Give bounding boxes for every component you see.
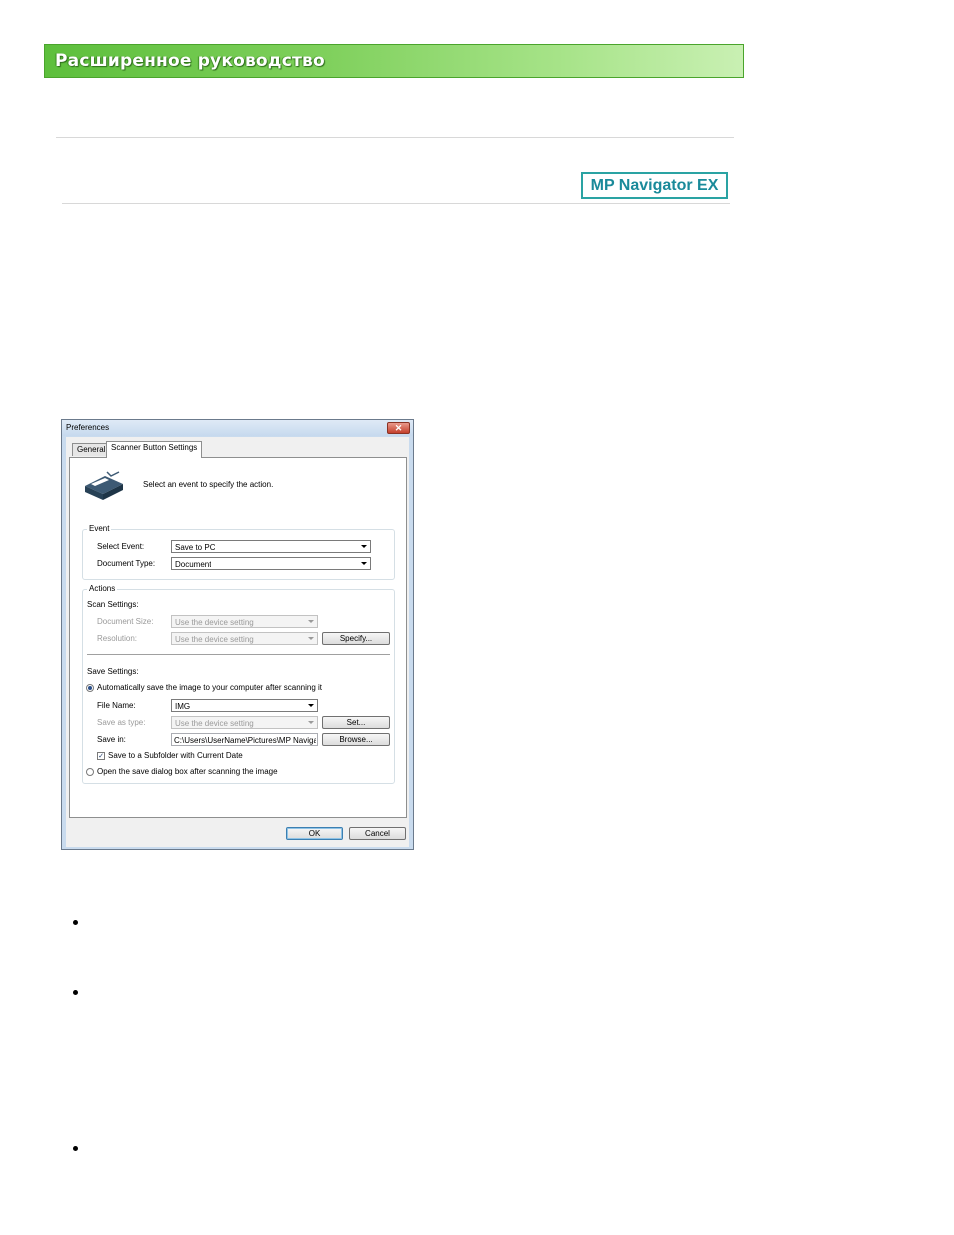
save-in-label: Save in:	[97, 735, 126, 744]
auto-save-radio-label[interactable]: Automatically save the image to your com…	[97, 683, 322, 692]
chevron-down-icon	[361, 545, 367, 548]
chevron-down-icon	[308, 620, 314, 623]
event-group-label: Event	[87, 524, 112, 533]
document-type-label: Document Type:	[97, 559, 156, 568]
header-divider	[62, 203, 730, 204]
resolution-label: Resolution:	[97, 634, 138, 643]
select-event-label: Select Event:	[97, 542, 145, 551]
close-icon[interactable]: ✕	[387, 422, 410, 434]
preferences-dialog: Preferences ✕ General Scanner Button Set…	[61, 419, 414, 850]
actions-group-label: Actions	[87, 584, 118, 593]
tab-panel: Select an event to specify the action. E…	[69, 457, 407, 818]
file-name-value: IMG	[175, 702, 191, 711]
save-as-type-combo[interactable]: Use the device setting	[171, 716, 318, 729]
chevron-down-icon	[308, 704, 314, 707]
tab-general[interactable]: General	[72, 443, 111, 456]
document-size-label: Document Size:	[97, 617, 154, 626]
save-as-type-value: Use the device setting	[175, 719, 254, 728]
set-button[interactable]: Set...	[322, 716, 390, 729]
dialog-client: General Scanner Button Settings Select a…	[66, 437, 409, 847]
scanner-icon	[85, 471, 123, 500]
bullet-marker	[73, 920, 78, 925]
banner-title: Расширенное руководство	[55, 51, 325, 71]
chevron-down-icon	[361, 562, 367, 565]
select-event-combo[interactable]: Save to PC	[171, 540, 371, 553]
bullet-marker	[73, 1146, 78, 1151]
save-in-field[interactable]: C:\Users\UserName\Pictures\MP Navigato	[171, 733, 318, 746]
resolution-value: Use the device setting	[175, 635, 254, 644]
actions-group: Actions Scan Settings: Document Size: Us…	[82, 584, 395, 784]
dialog-titlebar[interactable]: Preferences ✕	[62, 420, 413, 436]
chevron-down-icon	[308, 721, 314, 724]
mp-navigator-logo: MP Navigator EX	[581, 172, 728, 199]
save-as-type-label: Save as type:	[97, 718, 146, 727]
resolution-combo[interactable]: Use the device setting	[171, 632, 318, 645]
auto-save-radio[interactable]	[86, 684, 94, 692]
dialog-title: Preferences	[66, 423, 110, 432]
intro-text: Select an event to specify the action.	[143, 480, 274, 489]
select-event-value: Save to PC	[175, 543, 216, 552]
bullet-marker	[73, 990, 78, 995]
save-settings-label: Save Settings:	[87, 667, 139, 676]
save-in-value: C:\Users\UserName\Pictures\MP Navigato	[174, 736, 316, 745]
document-type-value: Document	[175, 560, 212, 569]
top-divider	[56, 137, 734, 138]
document-size-combo[interactable]: Use the device setting	[171, 615, 318, 628]
page-banner: Расширенное руководство	[44, 44, 744, 78]
open-dialog-radio-label[interactable]: Open the save dialog box after scanning …	[97, 767, 278, 776]
ok-button[interactable]: OK	[286, 827, 343, 840]
open-dialog-radio[interactable]	[86, 768, 94, 776]
specify-button[interactable]: Specify...	[322, 632, 390, 645]
document-type-combo[interactable]: Document	[171, 557, 371, 570]
cancel-button[interactable]: Cancel	[349, 827, 406, 840]
subfolder-checkbox-label[interactable]: Save to a Subfolder with Current Date	[108, 751, 243, 760]
event-group: Event Select Event: Save to PC Document …	[82, 524, 395, 580]
tab-scanner-button-settings[interactable]: Scanner Button Settings	[106, 441, 203, 458]
subfolder-checkbox[interactable]: ✓	[97, 752, 105, 760]
document-size-value: Use the device setting	[175, 618, 254, 627]
browse-button[interactable]: Browse...	[322, 733, 390, 746]
actions-separator	[87, 654, 390, 655]
chevron-down-icon	[308, 637, 314, 640]
file-name-label: File Name:	[97, 701, 136, 710]
file-name-combo[interactable]: IMG	[171, 699, 318, 712]
scan-settings-label: Scan Settings:	[87, 600, 139, 609]
